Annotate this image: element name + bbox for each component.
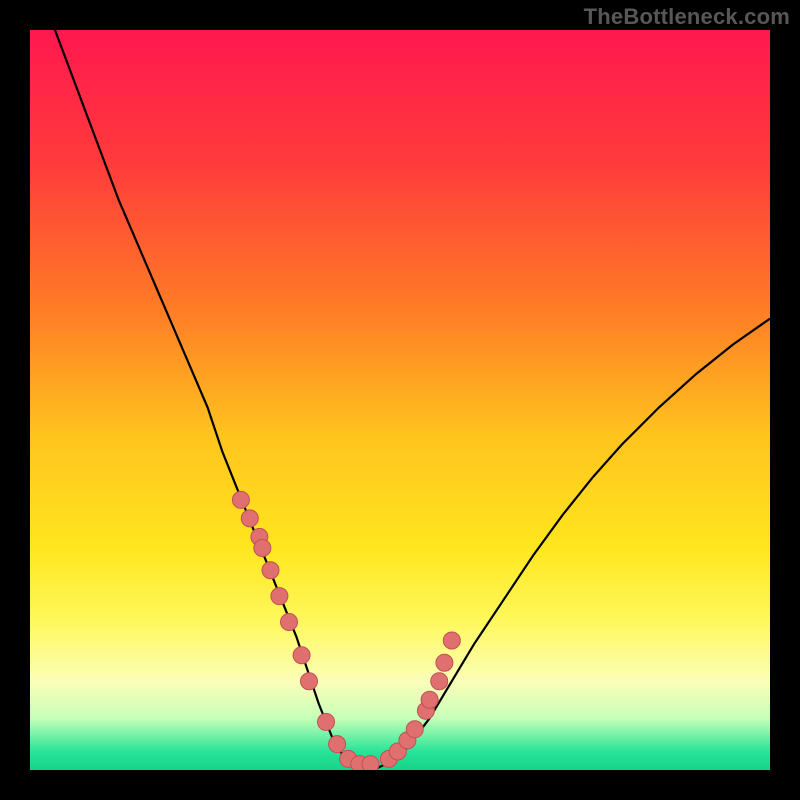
scatter-dot [232, 491, 249, 508]
plot-area [30, 30, 770, 770]
scatter-dot [421, 691, 438, 708]
bottleneck-curve [52, 30, 770, 768]
scatter-dot [362, 756, 379, 770]
scatter-dot [431, 673, 448, 690]
scatter-dot [254, 540, 271, 557]
scatter-dot [293, 647, 310, 664]
scatter-dot [300, 673, 317, 690]
scatter-dot [262, 562, 279, 579]
chart-frame: TheBottleneck.com [0, 0, 800, 800]
scatter-dot [318, 713, 335, 730]
scatter-dot [329, 736, 346, 753]
scatter-dot [406, 721, 423, 738]
scatter-dot [241, 510, 258, 527]
watermark-text: TheBottleneck.com [584, 4, 790, 30]
chart-svg [30, 30, 770, 770]
scatter-dot [281, 614, 298, 631]
scatter-dot [436, 654, 453, 671]
scatter-dot [443, 632, 460, 649]
scatter-dot [271, 588, 288, 605]
scatter-dots [232, 491, 460, 770]
